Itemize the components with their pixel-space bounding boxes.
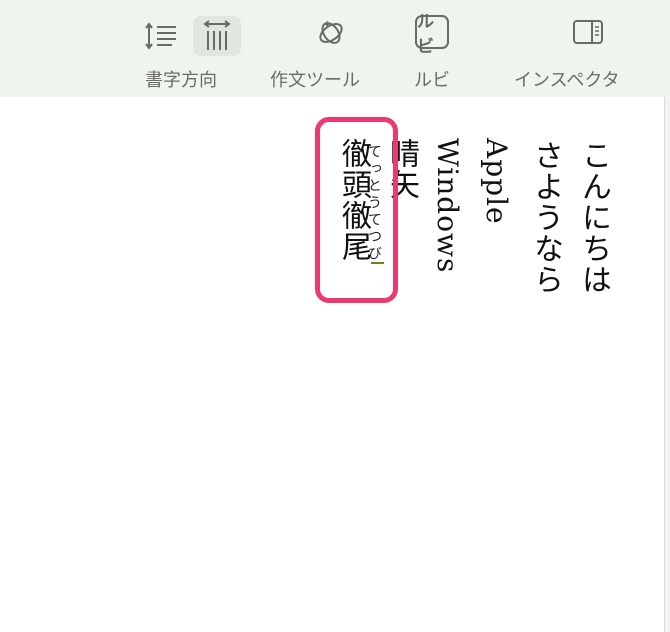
inspector-label: インスペクタ <box>514 70 620 91</box>
ruby-label: ルビ <box>414 70 450 91</box>
inspector-button[interactable]: インスペクタ <box>514 14 620 92</box>
writing-direction-tool: 書字方向 <box>145 14 217 92</box>
writing-tools-button[interactable]: 作文ツール <box>270 14 360 92</box>
text-line-apple[interactable]: Apple <box>480 138 513 225</box>
text-line-goodbye[interactable]: さようなら <box>528 140 563 295</box>
text-line-windows[interactable]: Windows <box>431 138 464 273</box>
writing-tools-label: 作文ツール <box>270 70 360 91</box>
writing-direction-label: 書字方向 <box>145 70 217 91</box>
window-edge <box>664 97 670 632</box>
highlight-box <box>315 117 398 303</box>
ruby-button[interactable]: ルビ ルビ <box>414 12 450 92</box>
ruby-icon: ルビ <box>414 12 450 57</box>
ruby-icon-text: ルビ <box>415 12 449 57</box>
toolbar: 書字方向 作文ツール ルビ ルビ インスペクタ <box>0 0 670 97</box>
inspector-icon <box>570 14 606 50</box>
text-line-hello[interactable]: こんにちは <box>576 140 611 295</box>
writing-tools-icon <box>313 14 349 50</box>
